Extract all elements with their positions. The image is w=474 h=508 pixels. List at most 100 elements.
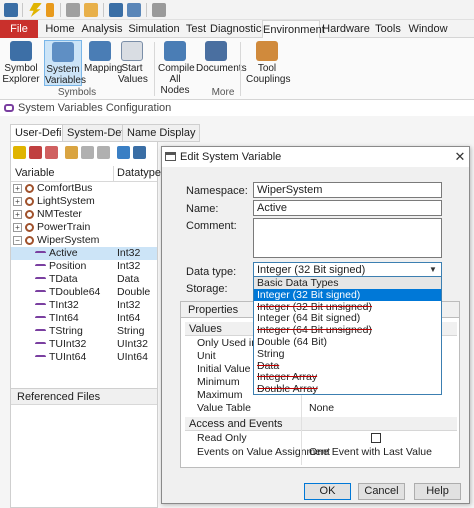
- tree-variable-row[interactable]: TInt64 Int64: [11, 312, 157, 325]
- edit-system-variable-dialog: Edit System Variable ✕ Namespace: WiperS…: [161, 146, 470, 504]
- tree-variable-row[interactable]: TUInt64 UInt64: [11, 351, 157, 364]
- namespace-field[interactable]: WiperSystem: [253, 182, 442, 198]
- dropdown-option[interactable]: Integer (32 Bit unsigned): [254, 301, 441, 313]
- compile-all-nodes-button[interactable]: Compile All Nodes: [158, 40, 195, 96]
- property-row-events: Events on Value Assignment One Event wit…: [185, 446, 457, 459]
- tool-couplings-button[interactable]: Tool Couplings: [246, 40, 290, 86]
- tree-variable-row[interactable]: TUInt32 UInt32: [11, 338, 157, 351]
- close-icon[interactable]: ✕: [452, 147, 468, 167]
- tree-variable-row[interactable]: Active Int32: [11, 247, 157, 260]
- namespace-icon: [25, 223, 34, 232]
- tree-namespace[interactable]: + ComfortBus: [11, 182, 157, 195]
- tree-namespace-label: LightSystem: [37, 195, 95, 207]
- namespace-icon: [25, 210, 34, 219]
- variable-icon: [35, 342, 46, 348]
- dropdown-option[interactable]: Integer Array: [254, 371, 441, 383]
- dropdown-option[interactable]: Data: [254, 360, 441, 372]
- cancel-button[interactable]: Cancel: [358, 483, 405, 500]
- dropdown-option-label: Integer Array: [257, 371, 318, 384]
- collapse-icon[interactable]: −: [13, 236, 22, 245]
- system-variables-button[interactable]: System Variables: [44, 40, 86, 86]
- tree-variable-row[interactable]: TInt32 Int32: [11, 299, 157, 312]
- tree-rows: + ComfortBus + LightSystem + NMTester + PowerTr…: [11, 182, 157, 372]
- tab-tools[interactable]: Tools: [372, 20, 404, 38]
- tree-variable-row[interactable]: TString String: [11, 325, 157, 338]
- tree-namespace-label: WiperSystem: [37, 234, 100, 246]
- datatype-value: Integer (32 Bit signed): [257, 264, 366, 276]
- new-namespace-icon[interactable]: [65, 146, 78, 159]
- variable-name: TString: [49, 325, 83, 337]
- variable-datatype: Int64: [117, 312, 141, 324]
- tree-variable-row[interactable]: TData Data: [11, 273, 157, 286]
- dropdown-icon[interactable]: [46, 3, 54, 17]
- expand-icon[interactable]: +: [13, 184, 22, 193]
- dropdown-option-label: Double (64 Bit): [257, 336, 328, 348]
- dropdown-option[interactable]: Double (64 Bit): [254, 336, 441, 348]
- expand-icon[interactable]: +: [13, 223, 22, 232]
- tab-name-display[interactable]: Name Display: [122, 124, 201, 142]
- options-icon[interactable]: [133, 146, 146, 159]
- delete-all-icon[interactable]: [45, 146, 58, 159]
- column-datatype[interactable]: Datatype: [117, 166, 161, 181]
- variable-datatype: Int32: [117, 299, 141, 311]
- dropdown-option[interactable]: Integer (64 Bit unsigned): [254, 324, 441, 336]
- datatype-dropdown-list: Basic Data Types Integer (32 Bit signed) I…: [253, 276, 442, 395]
- open-folder-icon[interactable]: [84, 3, 98, 17]
- tab-analysis[interactable]: Analysis: [80, 20, 124, 38]
- tab-test[interactable]: Test: [182, 20, 210, 38]
- tree-header: Variable Datatype: [11, 166, 161, 182]
- variable-datatype: UInt64: [117, 351, 148, 363]
- tab-file[interactable]: File: [0, 20, 38, 38]
- tree-namespace[interactable]: + LightSystem: [11, 195, 157, 208]
- start-values-button[interactable]: Start Values: [118, 40, 148, 86]
- find-icon[interactable]: [117, 146, 130, 159]
- delete-icon[interactable]: [29, 146, 42, 159]
- tab-window[interactable]: Window: [408, 20, 448, 38]
- tree-namespace[interactable]: − WiperSystem: [11, 234, 157, 247]
- namespace-label: Namespace:: [186, 185, 248, 197]
- comment-label: Comment:: [186, 220, 237, 232]
- tree-namespace[interactable]: + PowerTrain: [11, 221, 157, 234]
- tree-variable-row[interactable]: Position Int32: [11, 260, 157, 273]
- dropdown-option[interactable]: Integer (64 Bit signed): [254, 312, 441, 324]
- tab-hardware[interactable]: Hardware: [322, 20, 370, 38]
- ok-button[interactable]: OK: [304, 483, 351, 500]
- read-only-checkbox[interactable]: [371, 433, 381, 443]
- tree-namespace[interactable]: + NMTester: [11, 208, 157, 221]
- comment-field[interactable]: [253, 218, 442, 258]
- export-icon[interactable]: [97, 146, 110, 159]
- variable-name: TUInt32: [49, 338, 87, 350]
- variable-tree-panel: Variable Datatype + ComfortBus + LightSyste…: [10, 141, 161, 405]
- dropdown-option[interactable]: Integer (32 Bit signed): [254, 288, 441, 301]
- help-button[interactable]: Help: [414, 483, 461, 500]
- symbol-explorer-button[interactable]: Symbol Explorer: [2, 40, 40, 86]
- mapping-button[interactable]: Mapping: [84, 40, 122, 86]
- tab-home[interactable]: Home: [40, 20, 80, 38]
- dropdown-option[interactable]: Double Array: [254, 383, 441, 395]
- name-field[interactable]: Active: [253, 200, 442, 216]
- group-label-symbols: Symbols: [57, 87, 97, 98]
- new-icon[interactable]: [66, 3, 80, 17]
- properties-icon[interactable]: [152, 3, 166, 17]
- tab-diagnostics[interactable]: Diagnostics: [210, 20, 267, 38]
- tree-variable-row[interactable]: TDouble64 Double: [11, 286, 157, 299]
- documents-button[interactable]: Documents: [196, 40, 247, 86]
- variable-name: TDouble64: [49, 286, 101, 298]
- expand-icon[interactable]: +: [13, 210, 22, 219]
- dropdown-option[interactable]: String: [254, 348, 441, 360]
- import-icon[interactable]: [81, 146, 94, 159]
- events-value[interactable]: One Event with Last Value: [309, 446, 432, 459]
- property-value[interactable]: None: [309, 402, 334, 415]
- save-icon[interactable]: [109, 3, 123, 17]
- save-all-icon[interactable]: [127, 3, 141, 17]
- tab-simulation[interactable]: Simulation: [126, 20, 182, 38]
- lightning-icon[interactable]: [29, 3, 42, 17]
- edit-icon[interactable]: [13, 146, 26, 159]
- ribbon: Symbol Explorer System Variables Mapping…: [0, 38, 474, 100]
- tree-namespace-label: ComfortBus: [37, 182, 93, 194]
- tab-environment[interactable]: Environment: [262, 20, 325, 39]
- expand-icon[interactable]: +: [13, 197, 22, 206]
- dropdown-option-label: Integer (32 Bit unsigned): [257, 300, 372, 313]
- chevron-down-icon[interactable]: ▼: [427, 264, 439, 276]
- column-variable[interactable]: Variable: [15, 166, 55, 181]
